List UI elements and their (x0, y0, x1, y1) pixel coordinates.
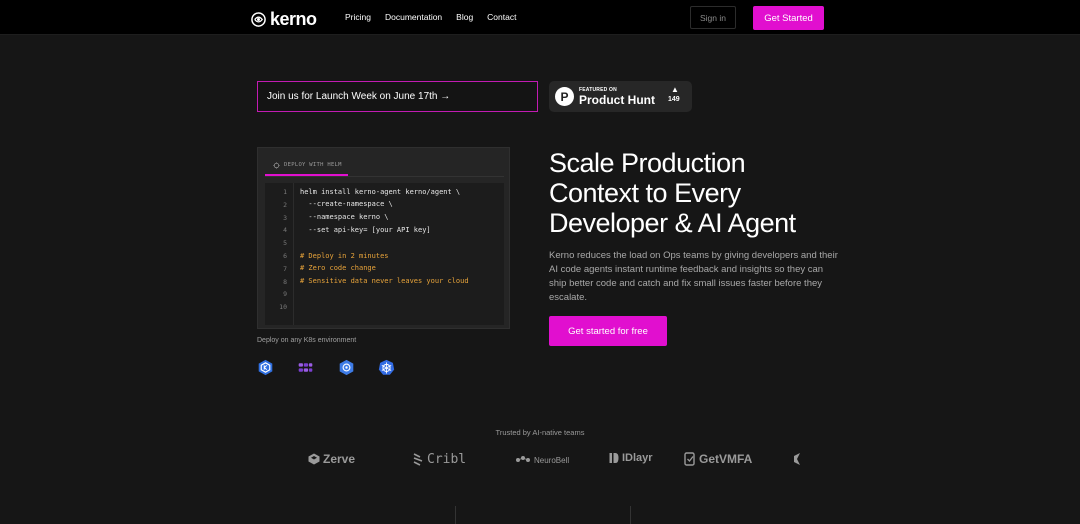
launch-week-banner[interactable]: Join us for Launch Week on June 17th → (257, 81, 538, 112)
code-line: --set api-key= [your API key] (300, 225, 431, 234)
getvmfa-icon (684, 452, 695, 466)
brand-name-getvmfa: GetVMFA (699, 452, 753, 466)
nav-link-contact[interactable]: Contact (487, 12, 516, 22)
brand-name-neurobell: NeuroBell (534, 455, 570, 465)
upvote-arrow-icon: ▲ (671, 85, 679, 94)
code-comment-line: # Sensitive data never leaves your cloud (300, 277, 469, 286)
line-number: 8 (283, 277, 287, 286)
line-number: 1 (283, 188, 287, 196)
code-line: helm install kerno-agent kerno/agent \ (300, 187, 461, 196)
tab-divider (265, 176, 504, 177)
nav-link-pricing[interactable]: Pricing (345, 12, 371, 22)
hero-title-line: Developer & AI Agent (549, 208, 796, 238)
brand-name-cribl: Cribl (427, 452, 467, 467)
get-started-button[interactable]: Get Started (753, 6, 824, 30)
deploy-note: Deploy on any K8s environment (257, 337, 357, 344)
brand-logo-partial (792, 452, 801, 466)
hero-title: Scale Production Context to Every Develo… (549, 148, 849, 238)
neurobell-icon (516, 456, 530, 462)
brand-name-idlayr: IDlayr (622, 452, 653, 464)
nav-links: Pricing Documentation Blog Contact (345, 12, 516, 22)
hero-title-line: Context to Every (549, 178, 741, 208)
code-comment-line: # Zero code change (300, 264, 376, 273)
product-hunt-badge[interactable]: P FEATURED ON Product Hunt ▲ 149 (549, 81, 692, 112)
brand-logo-neurobell: NeuroBell (515, 455, 569, 465)
brand-logo-cribl: Cribl (412, 452, 466, 467)
top-nav: kerno Pricing Documentation Blog Contact… (0, 0, 1080, 35)
ph-vote-count: 149 (668, 96, 680, 103)
nav-link-documentation[interactable]: Documentation (385, 12, 442, 22)
eks-icon (258, 359, 273, 376)
tab-deploy-with-helm[interactable]: DEPLOY WITH HELM (265, 156, 348, 176)
ph-name: Product Hunt (579, 93, 655, 107)
line-number: 5 (283, 239, 287, 248)
line-number-gutter: 1 2 3 4 5 6 7 8 9 10 (265, 183, 294, 325)
zerve-icon (308, 453, 320, 465)
code-body[interactable]: 1 2 3 4 5 6 7 8 9 10 helm install kerno-agent ker… (265, 183, 504, 325)
nav-link-blog[interactable]: Blog (456, 12, 473, 22)
brand-logo[interactable]: kerno (251, 9, 317, 30)
section-divider (455, 506, 456, 524)
hero-description: Kerno reduces the load on Ops teams by g… (549, 250, 838, 303)
brand-name-zerve: Zerve (323, 452, 356, 466)
partial-brand-icon (794, 453, 800, 465)
line-number: 2 (283, 200, 287, 209)
product-hunt-icon: P (555, 87, 574, 106)
line-number: 7 (283, 264, 287, 273)
aks-icon (298, 363, 313, 372)
trusted-label: Trusted by AI-native teams (495, 428, 585, 437)
helm-icon (273, 161, 280, 169)
gke-icon (339, 359, 354, 376)
line-number: 6 (283, 252, 287, 260)
line-number: 4 (283, 226, 287, 235)
code-snippet-card: DEPLOY WITH HELM 1 2 3 4 5 6 7 8 9 10 helm instal… (257, 147, 510, 329)
brand-name: kerno (270, 9, 317, 29)
code-line: --create-namespace \ (300, 200, 393, 209)
line-number: 3 (283, 213, 287, 222)
tab-label: DEPLOY WITH HELM (284, 162, 342, 168)
brand-logo-getvmfa: GetVMFA (684, 452, 752, 466)
line-number: 10 (279, 303, 287, 312)
get-started-free-button[interactable]: Get started for free (549, 316, 667, 346)
sign-in-button[interactable]: Sign in (690, 6, 736, 29)
line-number: 9 (283, 290, 287, 299)
hero-title-line: Scale Production (549, 148, 746, 178)
code-line: --namespace kerno \ (300, 213, 389, 222)
brand-logo-idlayr: IDlayr (609, 452, 653, 464)
kubernetes-icon (378, 359, 395, 375)
brand-logo-zerve: Zerve (308, 452, 355, 466)
section-divider (630, 506, 631, 524)
code-comment-line: # Deploy in 2 minutes (300, 251, 389, 260)
idlayr-icon (609, 453, 619, 463)
cribl-icon (413, 452, 423, 466)
kerno-logo-icon (251, 12, 266, 27)
